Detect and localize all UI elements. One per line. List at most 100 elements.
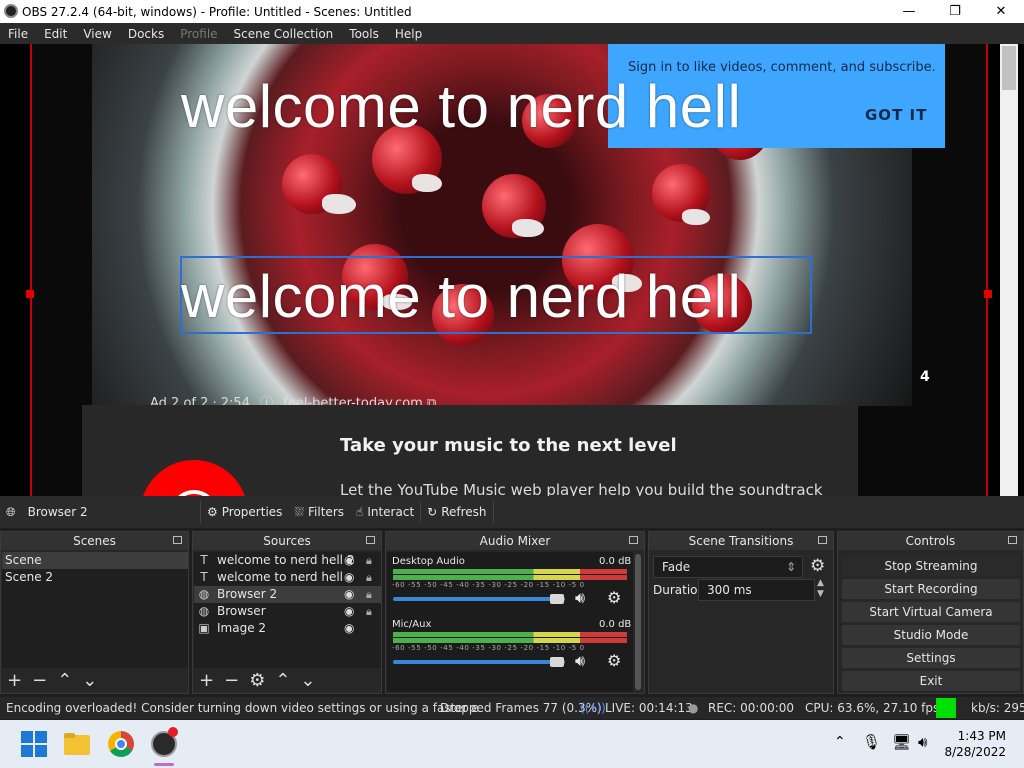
visibility-eye-icon[interactable]: ◉ (344, 603, 354, 620)
source-item[interactable]: Twelcome to nerd hell 2 ◉ 🔒︎ (194, 552, 381, 569)
menu-scene-collection[interactable]: Scene Collection (226, 27, 342, 41)
visibility-eye-icon[interactable]: ◉ (344, 569, 354, 586)
gear-icon: ⚙ (207, 505, 218, 519)
file-explorer-icon[interactable] (63, 730, 91, 758)
minimize-button[interactable]: — (886, 0, 932, 23)
preview-area[interactable]: Sign in to like videos, comment, and sub… (0, 44, 1024, 496)
undock-icon[interactable] (366, 536, 375, 544)
window-title: OBS 27.2.4 (64-bit, windows) - Profile: … (22, 4, 412, 19)
studio-mode-button[interactable]: Studio Mode (842, 625, 1020, 645)
move-down-icon[interactable]: ⌄ (82, 670, 97, 691)
browser-scrollbar[interactable] (1000, 44, 1018, 496)
cpu-fps: CPU: 63.6%, 27.10 fps (805, 701, 940, 715)
volume-slider[interactable] (393, 660, 565, 664)
resize-handle-right[interactable] (984, 290, 992, 298)
gear-icon[interactable]: ⚙ (607, 651, 621, 670)
visibility-eye-icon[interactable]: ◉ (344, 620, 354, 637)
menu-edit[interactable]: Edit (36, 27, 75, 41)
youtube-music-promo: Take your music to the next level Let th… (82, 405, 858, 496)
channel-name: Desktop Audio (392, 556, 465, 567)
remove-scene-icon[interactable]: − (32, 670, 47, 691)
close-button[interactable]: ✕ (978, 0, 1024, 23)
preview-canvas[interactable]: Sign in to like videos, comment, and sub… (30, 44, 1018, 496)
filters-button[interactable]: ⛆ Filters (288, 500, 350, 524)
visibility-eye-icon[interactable]: ◉ (344, 552, 354, 569)
add-scene-icon[interactable]: + (7, 670, 22, 691)
mixer-scrollbar[interactable] (635, 554, 641, 690)
controls-header: Controls (905, 534, 956, 548)
undock-icon[interactable] (1008, 536, 1017, 544)
spin-arrows-icon[interactable]: ▲ ▼ (817, 578, 824, 600)
scene-item[interactable]: Scene 2 (2, 569, 188, 586)
promo-heading: Take your music to the next level (340, 435, 677, 456)
volume-slider-knob[interactable] (550, 594, 564, 604)
volume-icon[interactable]: 🔊︎ (918, 733, 927, 751)
source-item[interactable]: Twelcome to nerd hell ◉ 🔒︎ (194, 569, 381, 586)
source-settings-icon[interactable]: ⚙ (249, 670, 265, 691)
duration-spinbox[interactable]: 300 ms (698, 579, 815, 601)
move-down-icon[interactable]: ⌄ (300, 670, 315, 691)
properties-button[interactable]: ⚙ Properties (201, 500, 288, 524)
scenes-header: Scenes (73, 534, 116, 548)
source-item[interactable]: ▣ Image 2 ◉ (194, 620, 381, 637)
speaker-icon[interactable]: 🔊︎ (575, 651, 585, 671)
start-recording-button[interactable]: Start Recording (842, 579, 1020, 599)
live-icon: ((•)) (580, 701, 606, 715)
undock-icon[interactable] (173, 536, 182, 544)
remove-source-icon[interactable]: − (224, 670, 239, 691)
move-up-icon[interactable]: ⌃ (275, 670, 290, 691)
move-up-icon[interactable]: ⌃ (57, 670, 72, 691)
scene-item[interactable]: Scene (2, 552, 188, 569)
title-bar: OBS 27.2.4 (64-bit, windows) - Profile: … (0, 0, 1024, 23)
connection-health-indicator (936, 698, 956, 718)
gear-icon[interactable]: ⚙ (607, 588, 621, 607)
volume-slider-knob[interactable] (550, 657, 564, 667)
settings-button[interactable]: Settings (842, 648, 1020, 668)
chevron-up-icon[interactable]: ⌃ (834, 734, 846, 750)
lock-icon[interactable]: 🔒︎ (366, 569, 372, 586)
windows-taskbar: ⌃ 🎙︎ 🖥︎ 🔊︎ 1:43 PM 8/28/2022 (0, 720, 1024, 768)
source-item[interactable]: ◍ Browser ◉ 🔒︎ (194, 603, 381, 620)
menu-file[interactable]: File (0, 27, 36, 41)
volume-slider[interactable] (393, 597, 565, 601)
chrome-icon[interactable] (107, 730, 135, 758)
start-virtual-camera-button[interactable]: Start Virtual Camera (842, 602, 1020, 622)
maximize-button[interactable]: ❐ (932, 0, 978, 23)
got-it-button[interactable]: GOT IT (865, 106, 927, 124)
clock-date[interactable]: 8/28/2022 (944, 745, 1006, 759)
resize-handle-left[interactable] (26, 290, 34, 298)
chevron-updown-icon: ⇕ (785, 560, 796, 574)
speaker-icon[interactable]: 🔊︎ (575, 588, 585, 608)
refresh-button[interactable]: ↻ Refresh (421, 500, 492, 524)
lock-icon[interactable]: 🔒︎ (366, 586, 372, 603)
menu-help[interactable]: Help (387, 27, 430, 41)
undock-icon[interactable] (818, 536, 827, 544)
source-item[interactable]: ◍ Browser 2 ◉ 🔒︎ (194, 586, 381, 603)
sources-header: Sources (263, 534, 311, 548)
undock-icon[interactable] (629, 536, 638, 544)
bitrate: kb/s: 2954 (971, 701, 1024, 715)
menu-docks[interactable]: Docks (120, 27, 172, 41)
windows-start-icon[interactable] (20, 730, 48, 758)
rec-icon: ● (688, 701, 699, 715)
rec-timer: REC: 00:00:00 (708, 701, 795, 715)
audio-meter (393, 575, 627, 580)
clock-time[interactable]: 1:43 PM (944, 729, 1006, 743)
menu-view[interactable]: View (75, 27, 119, 41)
lock-icon[interactable]: 🔒︎ (366, 552, 372, 569)
interact-button[interactable]: ☝ Interact (350, 500, 420, 524)
menu-tools[interactable]: Tools (341, 27, 387, 41)
exit-button[interactable]: Exit (842, 671, 1020, 691)
transition-settings-gear-icon[interactable]: ⚙ (810, 556, 825, 576)
audio-meter (393, 638, 627, 643)
obs-taskbar-icon[interactable] (150, 727, 178, 766)
lock-icon[interactable]: 🔒︎ (366, 603, 372, 620)
menu-profile[interactable]: Profile (172, 27, 225, 41)
network-icon[interactable]: 🖥︎ (892, 733, 911, 751)
microphone-icon[interactable]: 🎙︎ (862, 733, 881, 751)
transition-select[interactable]: Fade ⇕ (653, 556, 803, 578)
stop-streaming-button[interactable]: Stop Streaming (842, 556, 1020, 576)
visibility-eye-icon[interactable]: ◉ (344, 586, 354, 603)
globe-icon: 🌐︎ (6, 504, 16, 519)
add-source-icon[interactable]: + (199, 670, 214, 691)
